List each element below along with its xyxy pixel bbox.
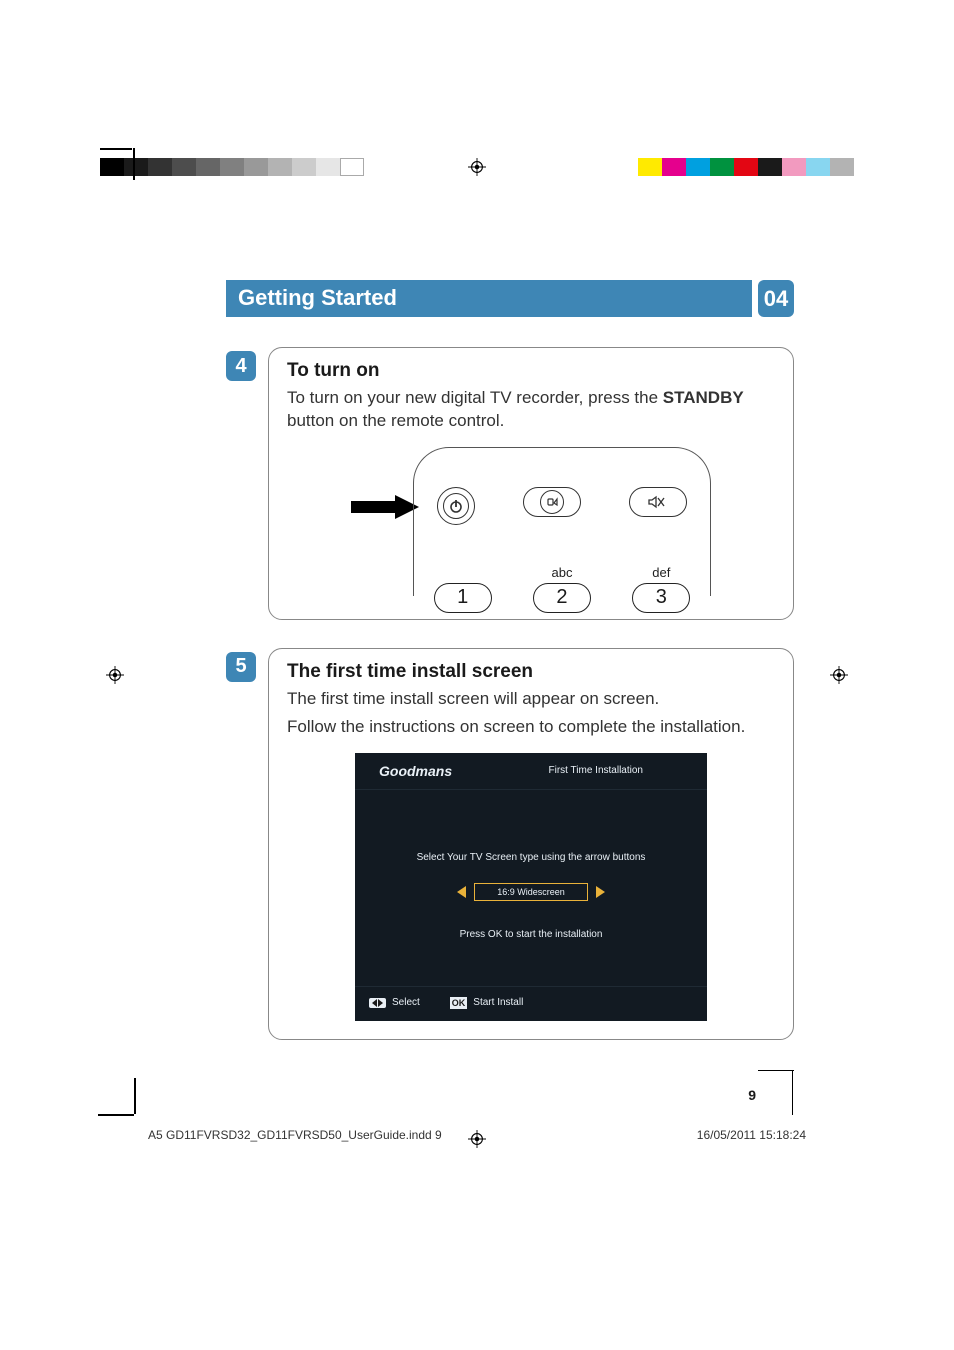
arrows-chip-icon	[369, 998, 386, 1008]
mute-button-icon	[629, 487, 687, 517]
step-text: The first time install screen will appea…	[287, 688, 775, 711]
footer-ok-hint: OK Start Install	[450, 997, 524, 1009]
step-text-a: To turn on your new digital TV recorder,…	[287, 388, 663, 407]
ok-chip-icon: OK	[450, 997, 468, 1009]
step-badge: 5	[226, 652, 256, 682]
standby-button-icon	[437, 487, 475, 525]
instruction-2: Press OK to start the installation	[375, 929, 687, 940]
standby-label: STANDBY	[663, 388, 744, 407]
section-heading: Getting Started 04	[226, 280, 794, 317]
section-title: Getting Started	[226, 280, 752, 317]
imprint-timestamp: 16/05/2011 15:18:24	[697, 1128, 806, 1142]
tv-install-screenshot: Goodmans First Time Installation Select …	[355, 753, 707, 1021]
imprint-file: A5 GD11FVRSD32_GD11FVRSD50_UserGuide.ind…	[148, 1128, 442, 1142]
keypad-2: 2	[533, 583, 591, 613]
registration-mark-icon	[106, 666, 124, 684]
imprint-footer: A5 GD11FVRSD32_GD11FVRSD50_UserGuide.ind…	[148, 1128, 806, 1142]
step-text-b: button on the remote control.	[287, 411, 504, 430]
registration-mark-icon	[468, 158, 486, 176]
step-title: The first time install screen	[287, 661, 775, 683]
aspect-value: 16:9 Widescreen	[474, 883, 588, 901]
step-panel: To turn on To turn on your new digital T…	[268, 347, 794, 620]
step-5: 5 The first time install screen The firs…	[226, 648, 794, 1040]
page-number: 9	[748, 1087, 794, 1103]
aspect-selector: 16:9 Widescreen	[375, 883, 687, 901]
step-4: 4 To turn on To turn on your new digital…	[226, 347, 794, 620]
source-button-icon	[523, 487, 581, 517]
keypad-3: 3	[632, 583, 690, 613]
registration-mark-icon	[830, 666, 848, 684]
footer-select-hint: Select	[369, 997, 420, 1008]
keypad-1: 1	[434, 583, 492, 613]
remote-diagram: _ 1 abc 2 def 3	[351, 447, 711, 597]
step-text: Follow the instructions on screen to com…	[287, 716, 775, 739]
footer-select-label: Select	[392, 997, 420, 1008]
step-title: To turn on	[287, 360, 775, 382]
arrow-icon	[351, 495, 419, 519]
step-text: To turn on your new digital TV recorder,…	[287, 387, 775, 433]
colorbar-left	[100, 158, 364, 176]
keypad-3-label: def	[652, 565, 670, 580]
arrow-right-icon	[596, 886, 605, 898]
chapter-number: 04	[758, 280, 794, 317]
step-badge: 4	[226, 351, 256, 381]
page-number-box: 9	[748, 1070, 794, 1131]
footer-start-label: Start Install	[473, 997, 523, 1008]
colorbar-right	[638, 158, 854, 176]
screen-title: First Time Installation	[549, 765, 707, 776]
instruction-1: Select Your TV Screen type using the arr…	[375, 852, 687, 863]
keypad-2-label: abc	[552, 565, 573, 580]
step-panel: The first time install screen The first …	[268, 648, 794, 1040]
brand-logo: Goodmans	[355, 763, 452, 779]
arrow-left-icon	[457, 886, 466, 898]
